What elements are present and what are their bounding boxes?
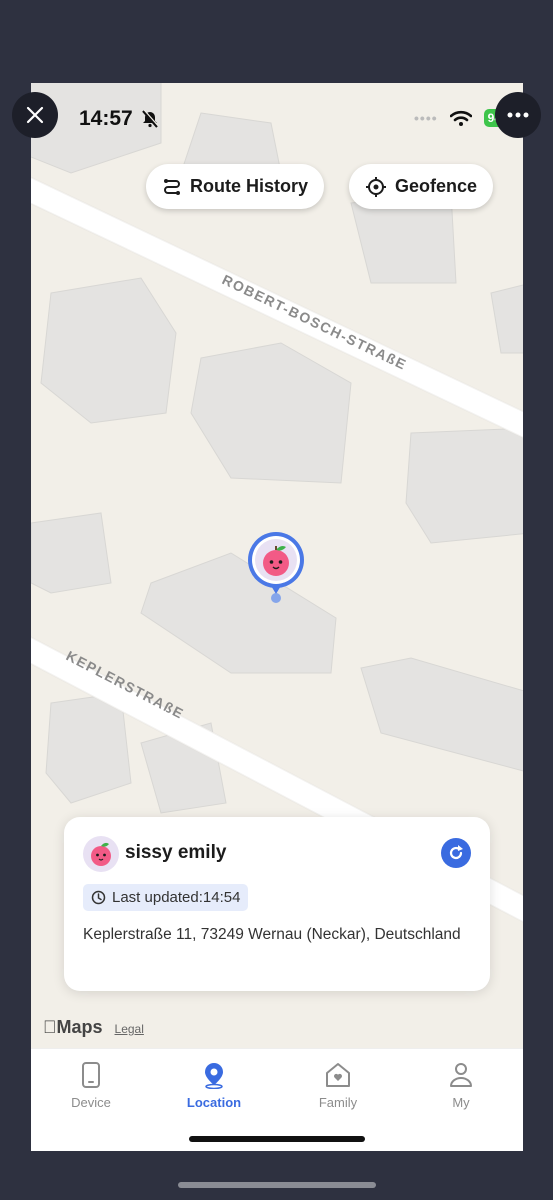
refresh-button[interactable] — [441, 838, 471, 868]
signal-icon: •••• — [414, 110, 438, 126]
maps-brand: Maps — [43, 1017, 103, 1037]
geofence-button[interactable]: Geofence — [349, 164, 494, 209]
home-indicator[interactable] — [189, 1136, 365, 1142]
apple-avatar-pin-icon — [248, 532, 304, 603]
maps-attribution: Maps Legal — [43, 1017, 144, 1038]
device-info-card: sissy emily Last updated:14:54 Keplerstr… — [64, 817, 490, 991]
ellipsis-icon — [507, 112, 529, 118]
tab-location-label: Location — [186, 1095, 242, 1110]
device-user-name: sissy emily — [125, 842, 227, 863]
tab-family-label: Family — [318, 1095, 358, 1110]
last-updated-badge: Last updated:14:54 — [83, 884, 249, 911]
wifi-icon — [449, 110, 472, 126]
more-options-button[interactable] — [495, 92, 541, 138]
crosshair-icon — [366, 176, 386, 197]
bottom-tab-bar: Device Location Family My — [31, 1048, 523, 1151]
tab-device[interactable]: Device — [41, 1061, 141, 1110]
legal-link[interactable]: Legal — [115, 1022, 144, 1036]
address-text: Keplerstraße 11, 73249 Wernau (Neckar), … — [83, 926, 461, 943]
system-home-bar — [178, 1182, 376, 1188]
location-marker[interactable] — [246, 530, 306, 604]
route-history-label: Route History — [190, 176, 309, 196]
tab-family[interactable]: Family — [288, 1061, 388, 1110]
clock-icon — [91, 890, 106, 905]
status-right: •••• 94 — [414, 109, 505, 127]
close-button[interactable] — [12, 92, 58, 138]
close-icon — [26, 106, 44, 124]
route-icon — [164, 178, 180, 195]
tab-my-label: My — [452, 1095, 470, 1110]
avatar — [83, 836, 119, 872]
person-icon — [450, 1063, 472, 1087]
geofence-label: Geofence — [395, 176, 478, 196]
tab-location[interactable]: Location — [164, 1061, 264, 1110]
tab-my[interactable]: My — [411, 1061, 511, 1110]
route-history-button[interactable]: Route History — [146, 164, 325, 209]
refresh-icon — [449, 845, 463, 860]
last-updated-text: Last updated:14:54 — [112, 889, 241, 906]
home-heart-icon — [326, 1063, 350, 1087]
apple-face-icon — [91, 842, 111, 866]
bell-slash-icon — [141, 110, 159, 128]
app-screen: ROBERT-BOSCH-STRAßE KEPLERSTRAßE Route H… — [31, 83, 523, 1151]
phone-icon — [82, 1062, 100, 1088]
location-pin-icon — [205, 1063, 223, 1089]
tab-device-label: Device — [71, 1095, 111, 1110]
status-time: 14:57 — [79, 107, 159, 131]
